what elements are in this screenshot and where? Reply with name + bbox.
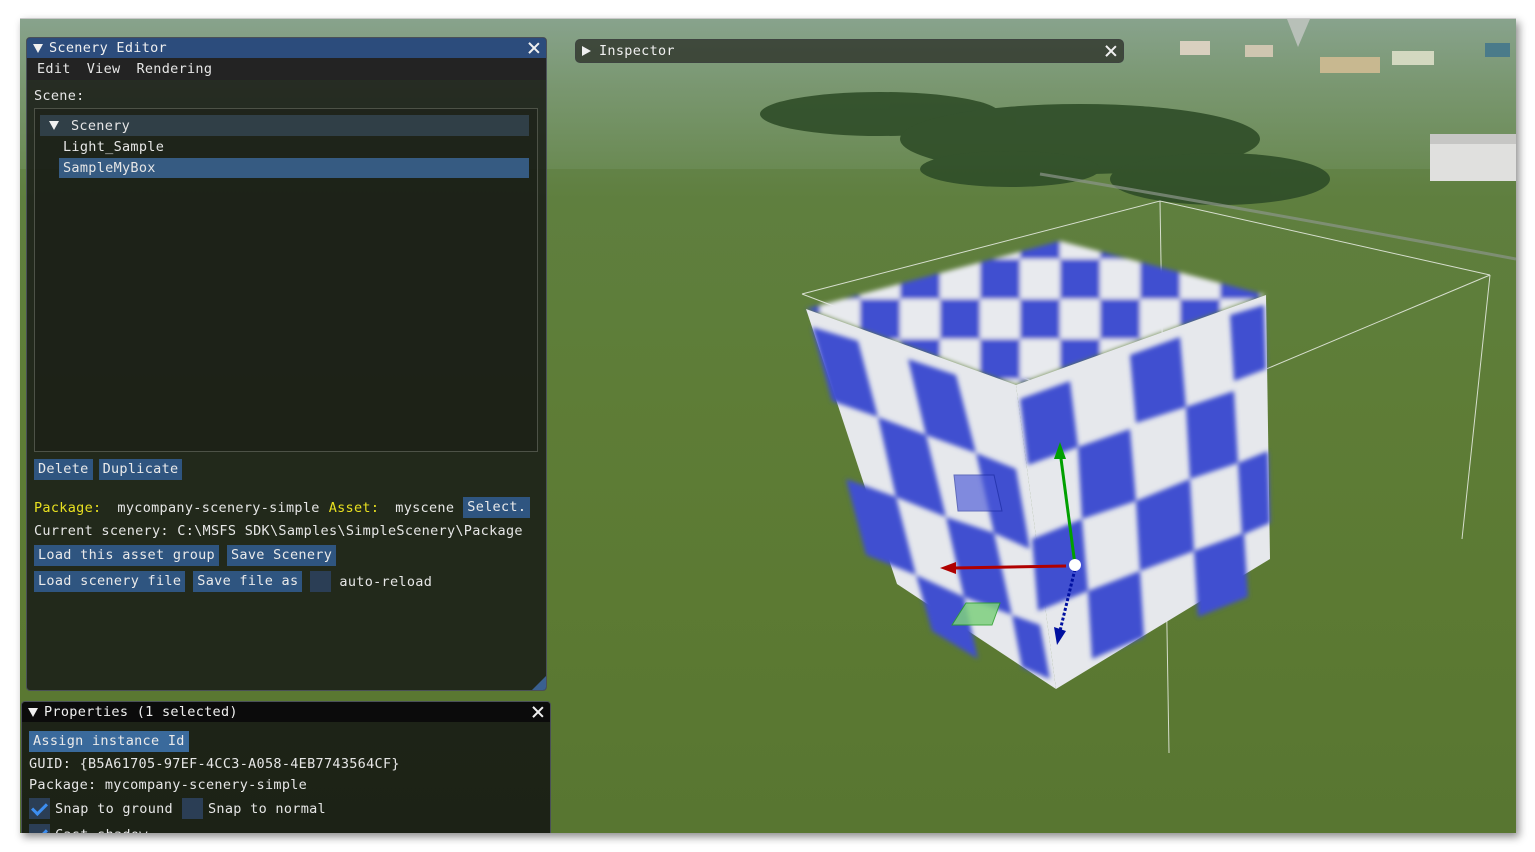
scenery-editor-title: Scenery Editor	[49, 40, 167, 56]
collapse-triangle-icon[interactable]	[33, 43, 43, 53]
properties-panel: Properties (1 selected) Assign instance …	[21, 701, 551, 833]
expand-triangle-icon[interactable]	[582, 46, 591, 56]
snap-to-normal-label: Snap to normal	[208, 800, 326, 817]
load-scenery-file-button[interactable]: Load scenery file	[34, 571, 186, 592]
3d-viewport[interactable]: Scenery Editor Edit View Rendering Scene…	[20, 18, 1516, 833]
gizmo-x-axis[interactable]	[953, 564, 1067, 570]
asset-label: Asset:	[328, 499, 380, 516]
snap-to-ground-label: Snap to ground	[55, 800, 173, 817]
menu-edit[interactable]: Edit	[37, 61, 71, 77]
menu-rendering[interactable]: Rendering	[136, 61, 212, 77]
scene-tree[interactable]: Scenery Light_Sample SampleMyBox	[34, 108, 538, 452]
guid-text: GUID: {B5A61705-97EF-4CC3-A058-4EB774356…	[29, 756, 400, 772]
menu-view[interactable]: View	[87, 61, 121, 77]
inspector-titlebar[interactable]: Inspector	[576, 40, 1123, 62]
scenery-editor-titlebar[interactable]: Scenery Editor	[27, 38, 546, 58]
package-text: Package: mycompany-scenery-simple	[29, 777, 308, 793]
menu-bar: Edit View Rendering	[27, 58, 546, 80]
duplicate-button[interactable]: Duplicate	[98, 459, 183, 480]
close-icon[interactable]	[532, 706, 544, 718]
snap-to-ground-checkbox[interactable]	[29, 798, 50, 819]
cast-shadow-label: Cast shadow	[55, 827, 148, 834]
cast-shadow-checkbox[interactable]	[29, 824, 50, 833]
asset-value: myscene	[395, 499, 455, 516]
assign-instance-id-button[interactable]: Assign instance Id	[29, 731, 189, 752]
package-label: Package:	[34, 499, 102, 516]
save-file-as-button[interactable]: Save file as	[193, 571, 303, 592]
gizmo-plane-xy[interactable]	[953, 474, 1003, 512]
current-scenery-path: Current scenery: C:\MSFS SDK\Samples\Sim…	[34, 523, 523, 539]
tree-item-samplemybox[interactable]: SampleMyBox	[59, 158, 529, 178]
auto-reload-label: auto-reload	[339, 573, 433, 590]
scene-label: Scene:	[34, 88, 85, 104]
inspector-title: Inspector	[599, 43, 675, 59]
tree-root-scenery[interactable]: Scenery	[40, 115, 529, 136]
close-icon[interactable]	[1105, 45, 1117, 57]
delete-button[interactable]: Delete	[34, 459, 93, 480]
expand-triangle-icon[interactable]	[49, 121, 59, 130]
auto-reload-checkbox[interactable]	[310, 571, 332, 592]
save-scenery-button[interactable]: Save Scenery	[226, 545, 337, 566]
tree-root-label: Scenery	[71, 117, 130, 134]
scenery-editor-panel: Scenery Editor Edit View Rendering Scene…	[26, 37, 547, 691]
package-value: mycompany-scenery-simple	[117, 499, 320, 516]
properties-titlebar[interactable]: Properties (1 selected)	[22, 702, 550, 722]
inspector-panel: Inspector	[575, 39, 1124, 63]
tree-item-light-sample[interactable]: Light_Sample	[59, 137, 529, 157]
select-asset-button[interactable]: Select.	[463, 497, 531, 518]
collapse-triangle-icon[interactable]	[28, 707, 38, 717]
load-asset-group-button[interactable]: Load this asset group	[34, 545, 219, 566]
checker-cube[interactable]	[806, 241, 1270, 689]
snap-to-normal-checkbox[interactable]	[182, 798, 203, 819]
close-icon[interactable]	[528, 42, 540, 54]
gizmo-center-handle[interactable]	[1069, 559, 1081, 571]
resize-grip[interactable]	[532, 676, 546, 690]
properties-title: Properties (1 selected)	[44, 704, 238, 720]
